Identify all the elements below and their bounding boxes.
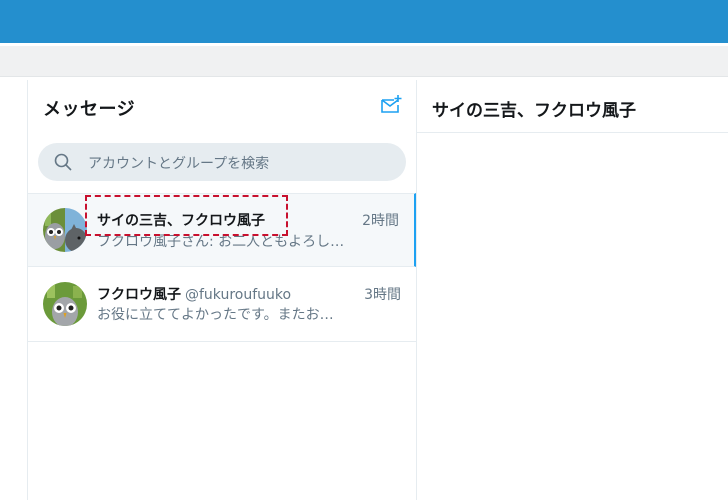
conversation-item[interactable]: フクロウ風子 @fukuroufuuko 3時間 お役に立ててよかったです。またお… — [28, 268, 416, 342]
app-top-bar — [0, 0, 728, 43]
new-message-button[interactable] — [380, 94, 402, 116]
conversation-preview: お役に立ててよかったです。またお… — [97, 307, 334, 323]
search-box[interactable]: アカウントとグループを検索 — [38, 143, 406, 181]
messages-title: メッセージ — [43, 99, 136, 120]
app-toolbar — [0, 46, 728, 77]
conversation-name-row: フクロウ風子 @fukuroufuuko — [97, 284, 291, 304]
conversation-handle: @fukuroufuuko — [185, 287, 292, 303]
search-placeholder: アカウントとグループを検索 — [88, 156, 270, 172]
conversation-preview: フクロウ風子さん: お二人ともよろし… — [97, 234, 345, 250]
detail-header-divider — [417, 132, 728, 133]
messages-header: メッセージ — [28, 80, 416, 132]
conversation-name: サイの三吉、フクロウ風子 — [97, 213, 265, 229]
conversation-time: 3時間 — [364, 287, 401, 303]
conversation-item[interactable]: サイの三吉、フクロウ風子 2時間 フクロウ風子さん: お二人ともよろし… — [28, 193, 416, 267]
conversation-name: フクロウ風子 — [97, 287, 181, 303]
owl-avatar — [43, 282, 87, 326]
search-icon — [54, 153, 72, 171]
conversation-title: サイの三吉、フクロウ風子 — [432, 101, 636, 121]
envelope-plus-icon — [381, 95, 402, 113]
column-divider — [416, 80, 417, 500]
group-avatar — [43, 208, 87, 252]
conversation-time: 2時間 — [362, 213, 399, 229]
